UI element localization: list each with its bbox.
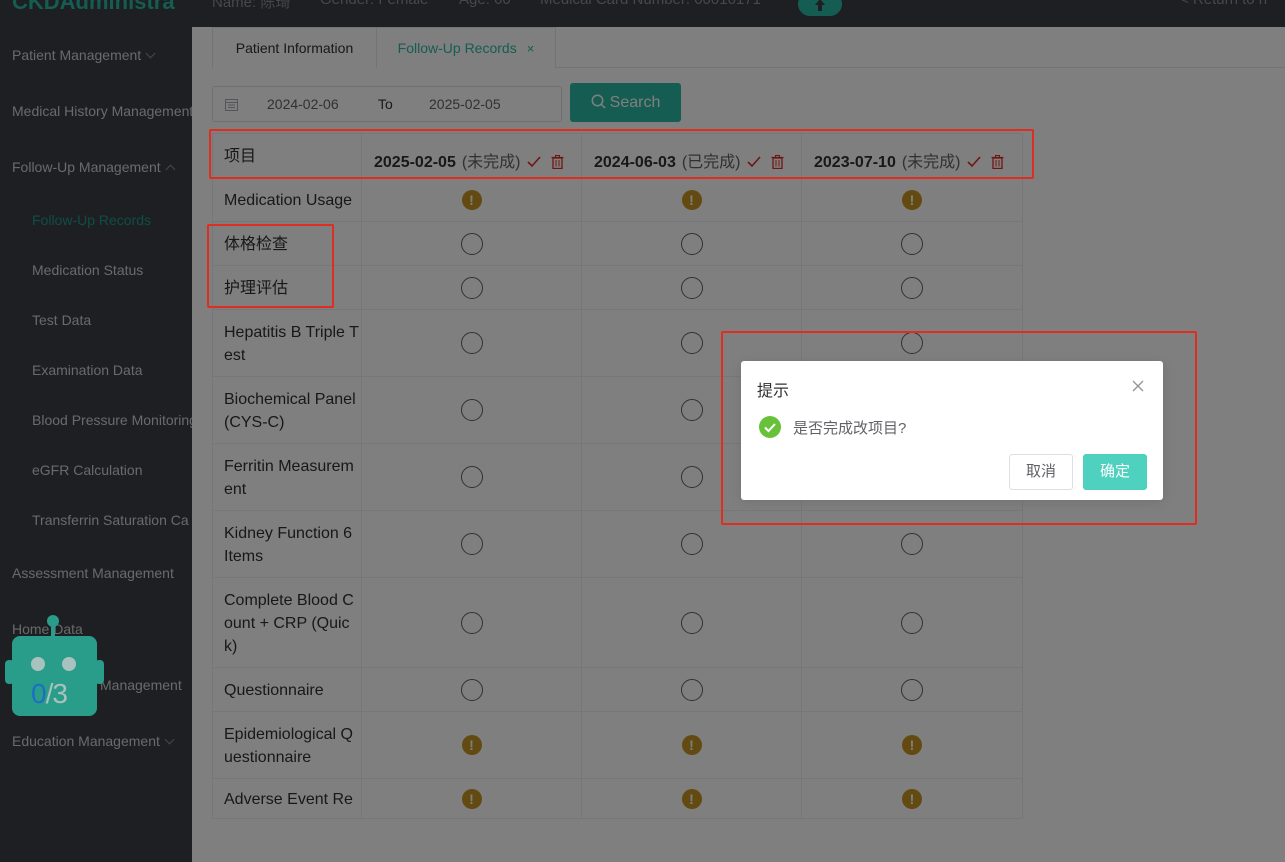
close-icon[interactable]	[1132, 380, 1144, 392]
confirm-button[interactable]: 确定	[1083, 454, 1147, 490]
cancel-button[interactable]: 取消	[1009, 454, 1073, 490]
success-icon	[759, 416, 781, 438]
highlight-box-header	[209, 129, 1034, 179]
dialog-message: 是否完成改项目?	[793, 420, 907, 437]
robot-eye	[62, 657, 76, 671]
robot-eye	[31, 657, 45, 671]
robot-progress-count: 0/3	[31, 678, 68, 709]
confirm-dialog: 提示 是否完成改项目? 取消 确定	[741, 361, 1163, 500]
dialog-title: 提示	[757, 383, 790, 400]
highlight-box-rows	[207, 224, 334, 308]
